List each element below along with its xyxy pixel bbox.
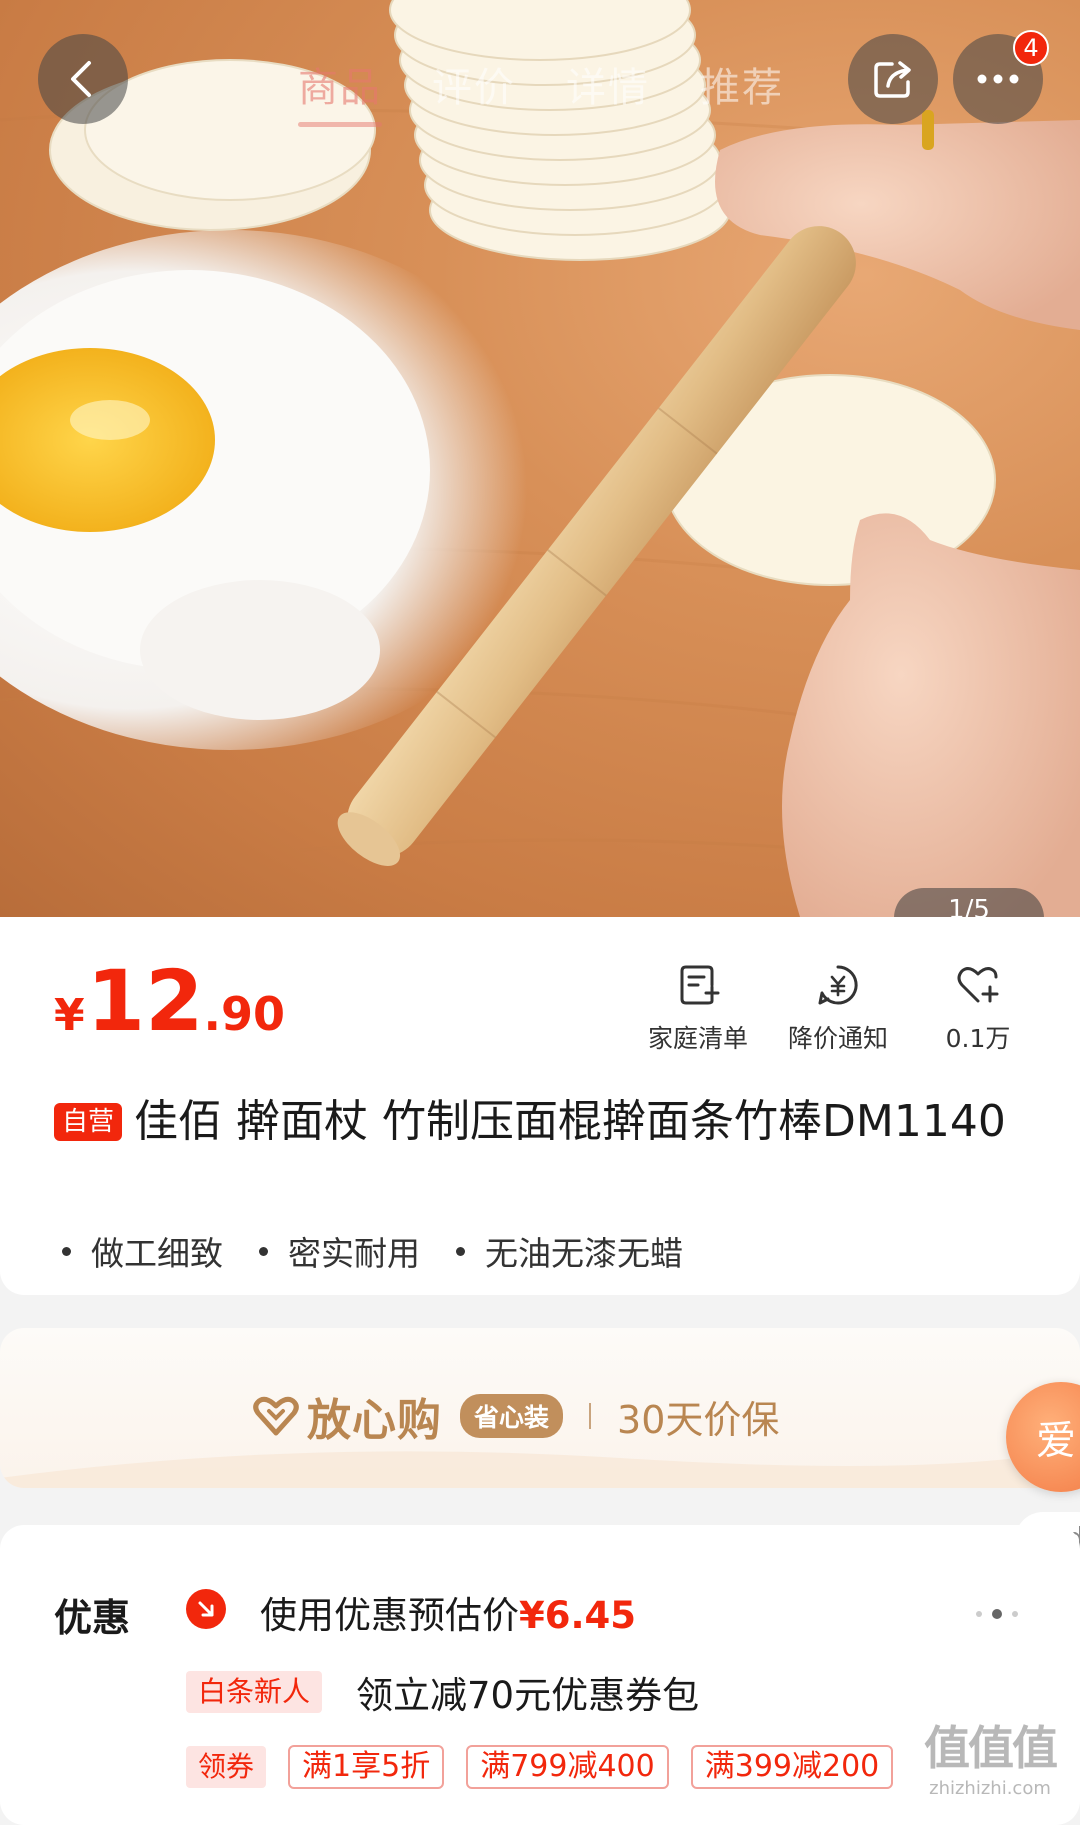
product-photo bbox=[0, 0, 1080, 917]
price-decimal: .90 bbox=[203, 987, 286, 1041]
product-actions: 家庭清单 降价通知 0.1万 bbox=[628, 961, 1048, 1055]
divider bbox=[589, 1403, 592, 1429]
price: ¥ 12 .90 bbox=[54, 959, 285, 1043]
watermark: 值值值 zhizhizhi.com bbox=[924, 1712, 1058, 1799]
coupon-ticket[interactable]: 满799减400 bbox=[466, 1745, 669, 1789]
assurance-pill: 省心装 bbox=[460, 1394, 564, 1438]
feature-text: 做工细致 bbox=[91, 1234, 223, 1273]
coupon-ticket-row: 领券 满1享5折 满799减400 满399减200 bbox=[186, 1745, 894, 1789]
product-title-row: 自营 佳佰 擀面杖 竹制压面棍擀面条竹棒DM1140 bbox=[54, 1092, 1034, 1152]
tab-details[interactable]: 详情 bbox=[566, 55, 650, 113]
self-operated-tag: 自营 bbox=[54, 1103, 123, 1141]
feature-text: 密实耐用 bbox=[288, 1234, 420, 1273]
estimate-text: 使用优惠预估价 bbox=[260, 1594, 519, 1637]
image-pager: 1/5 bbox=[894, 888, 1044, 917]
coupon-ticket[interactable]: 满1享5折 bbox=[288, 1745, 445, 1789]
tab-recommend[interactable]: 推荐 bbox=[700, 55, 784, 113]
assurance-title: 放心购 bbox=[307, 1395, 442, 1446]
coupon-label: 优惠 bbox=[54, 1596, 131, 1640]
carousel-indicator bbox=[976, 1609, 1018, 1619]
feature-item: 密实耐用 bbox=[259, 1227, 420, 1275]
tab-reviews[interactable]: 评价 bbox=[432, 55, 516, 113]
baitiao-text: 领立减70元优惠券包 bbox=[356, 1674, 700, 1717]
assurance-banner[interactable]: 放心购 省心装 30天价保 bbox=[0, 1328, 1080, 1488]
price-integer: 12 bbox=[86, 952, 204, 1050]
back-button[interactable] bbox=[38, 34, 128, 124]
feature-item: 做工细致 bbox=[62, 1227, 223, 1275]
tab-product[interactable]: 商品 bbox=[298, 55, 382, 127]
assurance-content: 放心购 省心装 30天价保 bbox=[253, 1384, 779, 1448]
baitiao-offer-row[interactable]: 白条新人 领立减70元优惠券包 bbox=[186, 1665, 699, 1719]
favorite-button[interactable]: 0.1万 bbox=[908, 961, 1048, 1055]
family-list-button[interactable]: 家庭清单 bbox=[628, 961, 768, 1055]
price-alert-icon bbox=[818, 965, 858, 1005]
discount-arrow-icon bbox=[186, 1589, 226, 1629]
notification-badge: 4 bbox=[1013, 30, 1049, 66]
product-info-card: ¥ 12 .90 家庭清单 降价通知 0.1万 自营 佳佰 擀面杖 竹制压面棍擀… bbox=[0, 917, 1080, 1295]
list-add-icon bbox=[680, 965, 720, 1005]
share-icon bbox=[874, 61, 911, 98]
product-title: 佳佰 擀面杖 竹制压面棍擀面条竹棒DM1140 bbox=[134, 1096, 1006, 1147]
chevron-left-icon bbox=[71, 61, 91, 97]
coupon-section: 优惠 使用优惠预估价¥6.45 白条新人 领立减70元优惠券包 领券 满1享5折… bbox=[0, 1525, 1080, 1825]
coupon-ticket[interactable]: 满399减200 bbox=[690, 1745, 894, 1789]
estimate-price: ¥6.45 bbox=[519, 1594, 637, 1637]
baitiao-tag: 白条新人 bbox=[186, 1671, 323, 1713]
favorite-count: 0.1万 bbox=[945, 1024, 1011, 1053]
price-currency: ¥ bbox=[54, 990, 85, 1041]
watermark-logo: 值值值 bbox=[924, 1721, 1058, 1775]
price-alert-button[interactable]: 降价通知 bbox=[768, 961, 908, 1055]
heart-add-icon bbox=[957, 967, 999, 1003]
estimated-price-row[interactable]: 使用优惠预估价¥6.45 bbox=[260, 1585, 636, 1639]
price-alert-label: 降价通知 bbox=[787, 1024, 888, 1053]
feature-list: 做工细致 密实耐用 无油无漆无蜡 bbox=[62, 1227, 683, 1275]
top-tab-bar: 商品 评价 详情 推荐 bbox=[298, 55, 784, 127]
price-protection-text: 30天价保 bbox=[617, 1397, 780, 1442]
heart-shield-icon bbox=[253, 1396, 299, 1436]
feature-item: 无油无漆无蜡 bbox=[456, 1227, 683, 1275]
family-list-label: 家庭清单 bbox=[647, 1024, 748, 1053]
feature-text: 无油无漆无蜡 bbox=[485, 1234, 683, 1273]
share-button[interactable] bbox=[848, 34, 938, 124]
product-image-gallery[interactable]: 商品 评价 详情 推荐 4 1/5 bbox=[0, 0, 1080, 917]
more-button[interactable]: 4 bbox=[953, 30, 1049, 124]
more-dots-icon bbox=[977, 74, 1019, 84]
watermark-url: zhizhizhi.com bbox=[929, 1778, 1051, 1799]
get-coupon-tag[interactable]: 领券 bbox=[186, 1746, 267, 1788]
